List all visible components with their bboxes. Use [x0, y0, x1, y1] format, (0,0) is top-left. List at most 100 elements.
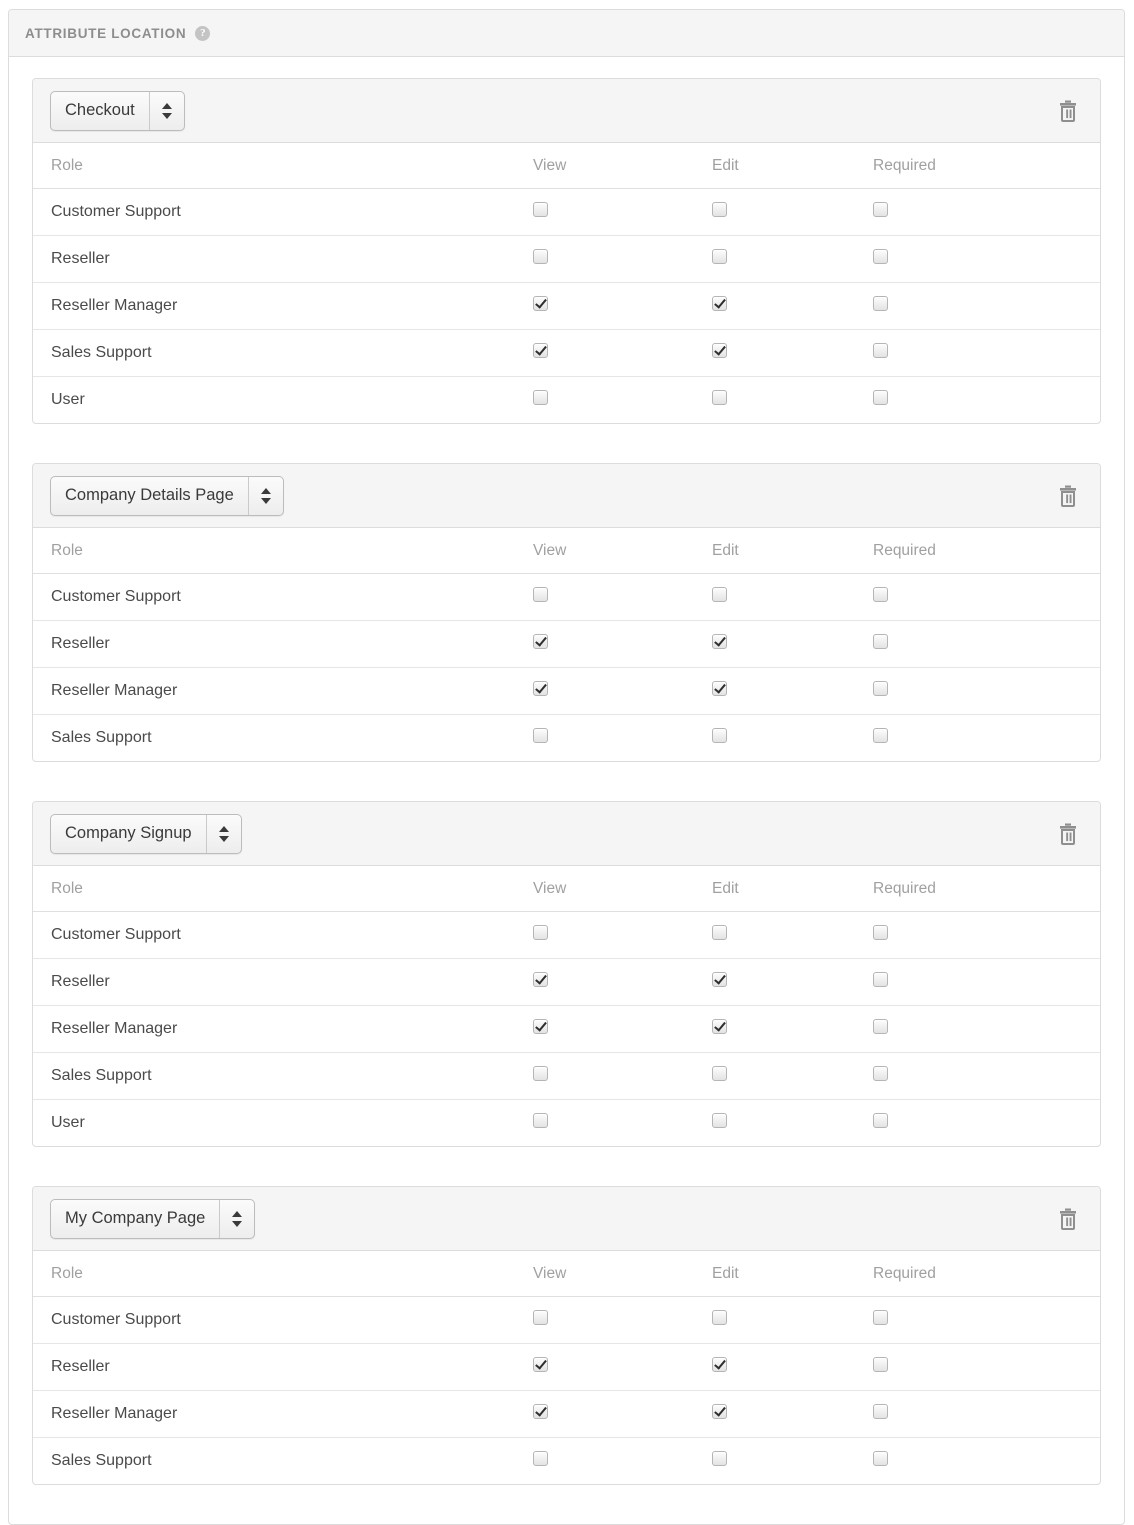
view-cell [533, 715, 712, 762]
edit-checkbox[interactable] [712, 1113, 727, 1128]
arrow-down-icon [161, 112, 172, 119]
table-row: Reseller [33, 620, 1100, 668]
edit-cell [712, 715, 873, 762]
edit-checkbox[interactable] [712, 296, 727, 311]
edit-checkbox[interactable] [712, 634, 727, 649]
view-checkbox[interactable] [533, 1451, 548, 1466]
view-checkbox[interactable] [533, 296, 548, 311]
location-select[interactable]: Company Signup [50, 813, 242, 854]
view-checkbox[interactable] [533, 390, 548, 405]
required-checkbox[interactable] [873, 1357, 888, 1372]
help-circle-icon[interactable]: ? [195, 25, 211, 41]
updown-arrows-icon[interactable] [205, 814, 241, 853]
updown-arrows-icon[interactable] [247, 476, 283, 515]
edit-checkbox[interactable] [712, 972, 727, 987]
edit-checkbox[interactable] [712, 1019, 727, 1034]
required-checkbox[interactable] [873, 1310, 888, 1325]
role-name-cell: Reseller Manager [33, 1005, 533, 1053]
view-checkbox[interactable] [533, 634, 548, 649]
view-checkbox[interactable] [533, 202, 548, 217]
location-block: Company Details Page Role View Edit Required… [32, 463, 1101, 762]
required-cell [873, 911, 1100, 959]
edit-checkbox[interactable] [712, 728, 727, 743]
table-row: Customer Support [33, 573, 1100, 621]
view-checkbox[interactable] [533, 925, 548, 940]
column-header-required: Required [873, 143, 1100, 189]
table-row: Customer Support [33, 1296, 1100, 1344]
location-header: Company Details Page [33, 464, 1100, 528]
view-checkbox[interactable] [533, 1357, 548, 1372]
required-checkbox[interactable] [873, 1066, 888, 1081]
updown-arrows-icon[interactable] [148, 91, 184, 130]
edit-checkbox[interactable] [712, 925, 727, 940]
trash-icon[interactable] [1055, 97, 1081, 125]
view-checkbox[interactable] [533, 1404, 548, 1419]
required-checkbox[interactable] [873, 249, 888, 264]
edit-checkbox[interactable] [712, 249, 727, 264]
edit-checkbox[interactable] [712, 1451, 727, 1466]
column-header-required: Required [873, 1251, 1100, 1297]
required-checkbox[interactable] [873, 390, 888, 405]
trash-icon[interactable] [1055, 820, 1081, 848]
required-checkbox[interactable] [873, 202, 888, 217]
location-select[interactable]: My Company Page [50, 1198, 256, 1239]
required-checkbox[interactable] [873, 972, 888, 987]
column-header-role: Role [33, 528, 533, 574]
required-checkbox[interactable] [873, 1113, 888, 1128]
required-checkbox[interactable] [873, 728, 888, 743]
view-checkbox[interactable] [533, 1310, 548, 1325]
column-header-view: View [533, 528, 712, 574]
edit-checkbox[interactable] [712, 681, 727, 696]
edit-checkbox[interactable] [712, 1066, 727, 1081]
view-checkbox[interactable] [533, 249, 548, 264]
column-header-view: View [533, 1251, 712, 1297]
view-cell [533, 1100, 712, 1147]
role-name-cell: User [51, 391, 85, 408]
edit-cell [712, 1390, 873, 1438]
column-header-edit: Edit [712, 143, 873, 189]
trash-icon[interactable] [1055, 482, 1081, 510]
view-checkbox[interactable] [533, 343, 548, 358]
edit-checkbox[interactable] [712, 390, 727, 405]
required-checkbox[interactable] [873, 296, 888, 311]
edit-cell [712, 377, 873, 424]
edit-checkbox[interactable] [712, 1357, 727, 1372]
required-checkbox[interactable] [873, 1451, 888, 1466]
required-cell [873, 377, 1100, 424]
view-checkbox[interactable] [533, 681, 548, 696]
role-permissions-table: Role View Edit Required Customer Support Rese… [33, 528, 1100, 761]
required-cell [873, 329, 1100, 377]
role-name-cell: Sales Support [33, 329, 533, 377]
edit-checkbox[interactable] [712, 343, 727, 358]
edit-checkbox[interactable] [712, 1404, 727, 1419]
required-checkbox[interactable] [873, 1404, 888, 1419]
view-checkbox[interactable] [533, 587, 548, 602]
view-checkbox[interactable] [533, 728, 548, 743]
edit-checkbox[interactable] [712, 1310, 727, 1325]
edit-checkbox[interactable] [712, 587, 727, 602]
trash-icon[interactable] [1055, 1205, 1081, 1233]
view-checkbox[interactable] [533, 1066, 548, 1081]
location-select[interactable]: Checkout [50, 90, 185, 131]
required-checkbox[interactable] [873, 681, 888, 696]
edit-cell [712, 282, 873, 330]
updown-arrows-icon[interactable] [219, 1199, 254, 1238]
table-header-row: Role View Edit Required [33, 143, 1100, 189]
edit-checkbox[interactable] [712, 202, 727, 217]
required-checkbox[interactable] [873, 587, 888, 602]
required-checkbox[interactable] [873, 634, 888, 649]
view-cell [533, 377, 712, 424]
panel-header: ATTRIBUTE LOCATION ? [9, 10, 1124, 57]
view-checkbox[interactable] [533, 1113, 548, 1128]
arrow-down-icon [260, 497, 271, 504]
table-row: Customer Support [33, 911, 1100, 959]
location-select[interactable]: Company Details Page [50, 475, 284, 516]
required-checkbox[interactable] [873, 1019, 888, 1034]
required-checkbox[interactable] [873, 343, 888, 358]
view-cell [533, 1005, 712, 1053]
view-checkbox[interactable] [533, 1019, 548, 1034]
required-checkbox[interactable] [873, 925, 888, 940]
edit-cell [712, 1343, 873, 1391]
view-checkbox[interactable] [533, 972, 548, 987]
table-row: Sales Support [33, 1438, 1100, 1485]
